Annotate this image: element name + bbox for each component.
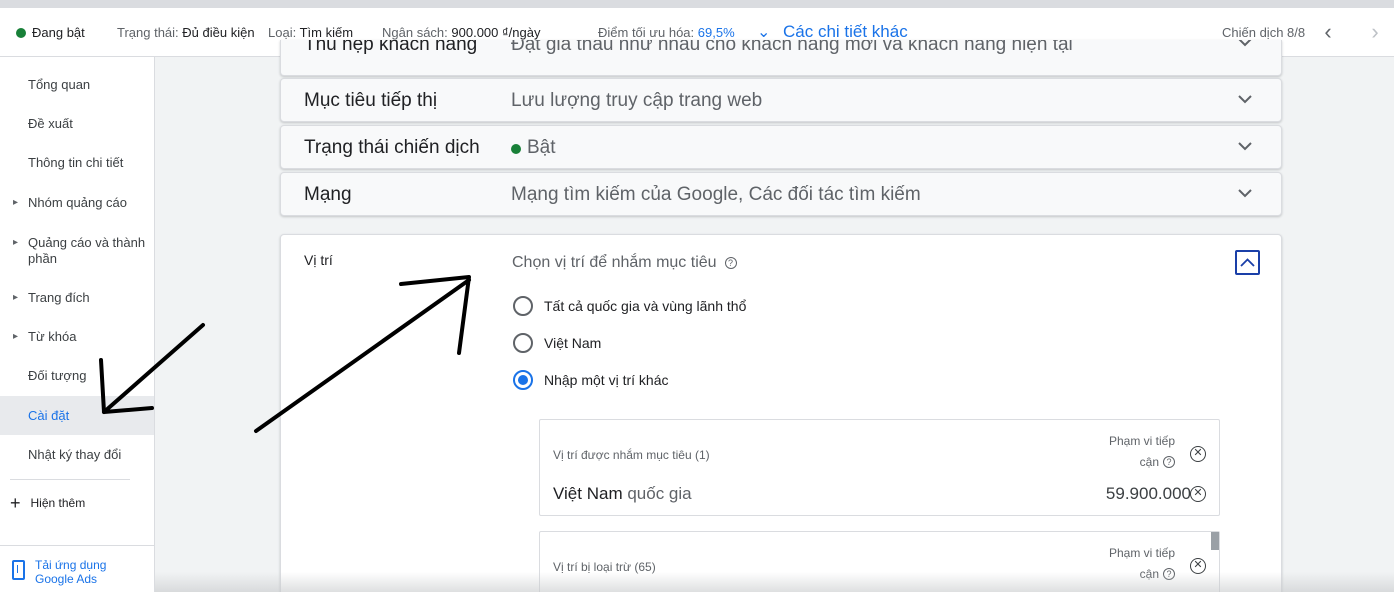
help-icon[interactable]: ? <box>1163 568 1175 580</box>
optimization-score[interactable]: Điểm tối ưu hóa: 69,5% <box>598 25 735 40</box>
chevron-down-icon <box>1238 95 1252 104</box>
campaign-budget: Ngân sách: 900.000 ₫/ngày <box>382 25 541 40</box>
targeted-locations-panel: Vị trí được nhắm mục tiêu (1) Phạm vi ti… <box>539 419 1220 516</box>
status-dot-icon <box>511 144 521 154</box>
campaign-status[interactable]: Đang bật <box>16 25 85 40</box>
show-more-button[interactable]: + Hiện thêm <box>10 493 85 514</box>
radio-button-selected[interactable] <box>513 370 533 390</box>
chevron-right-icon[interactable]: › <box>1363 18 1387 46</box>
radio-button[interactable] <box>513 296 533 316</box>
chevron-left-icon[interactable]: ‹ <box>1316 18 1340 46</box>
reach-column-header: Phạm vi tiếp cận? <box>1108 546 1175 581</box>
sidebar-item-recommendations[interactable]: Đề xuất <box>0 116 154 132</box>
chevron-down-icon <box>1238 142 1252 151</box>
targeted-location-item: Việt Nam quốc gia <box>553 484 692 503</box>
sidebar-item-ads-assets[interactable]: Quảng cáo và thành phần <box>0 235 154 267</box>
targeted-locations-header: Vị trí được nhắm mục tiêu (1) <box>553 448 710 462</box>
help-icon[interactable]: ? <box>1163 456 1175 468</box>
help-icon[interactable]: ? <box>724 257 737 269</box>
sidebar-item-keywords[interactable]: Từ khóa <box>0 329 154 345</box>
sidebar: Tổng quan Đề xuất Thông tin chi tiết Nhó… <box>0 57 155 592</box>
mobile-download-icon <box>12 560 25 580</box>
sidebar-divider <box>10 479 130 480</box>
setting-row-marketing-goal[interactable]: Mục tiêu tiếp thị Lưu lượng truy cập tra… <box>280 78 1282 122</box>
download-app-link[interactable]: Tải ứng dụng Google Ads <box>0 545 154 592</box>
eligibility-status: Trạng thái: Đủ điều kiện <box>117 25 255 40</box>
campaign-type: Loại: Tìm kiếm <box>268 25 354 40</box>
campaign-status-value: Bật <box>511 137 556 159</box>
excluded-locations-panel: Vị trí bị loại trừ (65) Phạm vi tiếp cận… <box>539 531 1220 592</box>
excluded-locations-header: Vị trí bị loại trừ (65) <box>553 560 656 574</box>
sidebar-item-change-history[interactable]: Nhật ký thay đổi <box>0 447 154 463</box>
sidebar-item-settings[interactable]: Cài đặt <box>0 396 154 435</box>
status-dot-icon <box>16 28 26 38</box>
chevron-up-icon <box>1240 258 1255 267</box>
collapse-button[interactable] <box>1235 250 1260 275</box>
remove-location-icon[interactable]: ✕ <box>1190 486 1206 502</box>
more-details-link[interactable]: Các chi tiết khác <box>783 22 908 42</box>
setting-row-campaign-status[interactable]: Trạng thái chiến dịch Bật <box>280 125 1282 169</box>
plus-icon: + <box>10 493 21 513</box>
close-icon[interactable]: ✕ <box>1190 446 1206 462</box>
sidebar-item-ad-groups[interactable]: Nhóm quảng cáo <box>0 195 154 211</box>
location-settings-card: Vị trí Chọn vị trí để nhắm mục tiêu? Tất… <box>280 234 1282 592</box>
sidebar-item-audiences[interactable]: Đối tượng <box>0 368 154 384</box>
setting-row-network[interactable]: Mạng Mạng tìm kiếm của Google, Các đối t… <box>280 172 1282 216</box>
campaign-counter: Chiến dịch 8/8 <box>1222 25 1306 40</box>
targeted-location-reach: 59.900.000 <box>1105 484 1191 503</box>
chevron-down-icon[interactable]: ⌄ <box>757 22 770 42</box>
close-icon[interactable]: ✕ <box>1190 558 1206 574</box>
sidebar-item-overview[interactable]: Tổng quan <box>0 77 154 93</box>
scrollbar-thumb[interactable] <box>1211 532 1219 550</box>
location-title: Vị trí <box>304 252 333 268</box>
sidebar-item-landing-pages[interactable]: Trang đích <box>0 290 154 306</box>
browser-strip <box>0 0 1394 8</box>
reach-column-header: Phạm vi tiếp cận? <box>1108 434 1175 469</box>
chevron-down-icon <box>1238 189 1252 198</box>
sidebar-item-insights[interactable]: Thông tin chi tiết <box>0 155 154 171</box>
chevron-down-icon <box>1238 40 1252 47</box>
radio-button[interactable] <box>513 333 533 353</box>
choose-location-heading: Chọn vị trí để nhắm mục tiêu? <box>512 254 737 272</box>
setting-row-customer-acquisition[interactable]: Thu hẹp khách hàng Đặt giá thầu như nhau… <box>280 40 1282 76</box>
